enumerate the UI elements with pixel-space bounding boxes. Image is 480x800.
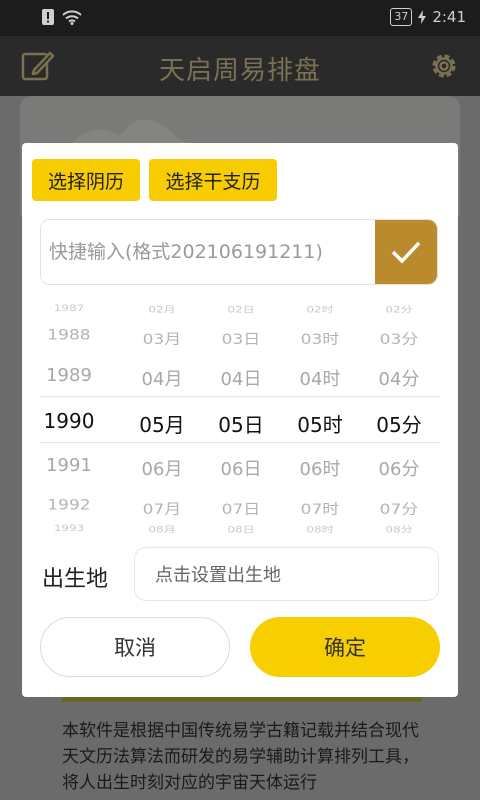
- minute-option: 02分: [385, 304, 413, 315]
- month-option: 06月: [141, 459, 183, 480]
- minute-selected: 05分: [376, 413, 422, 437]
- battery-level: 37: [390, 8, 413, 26]
- hour-option: 08时: [306, 524, 334, 535]
- datetime-picker: 1987 1988 1989 1990 1991 1992 1993 02月 0…: [22, 299, 458, 537]
- year-wheel[interactable]: 1987 1988 1989 1990 1991 1992 1993: [27, 299, 111, 537]
- minute-option: 04分: [378, 369, 420, 390]
- day-option: 07日: [221, 501, 261, 519]
- hour-option: 02时: [306, 304, 334, 315]
- day-option: 03日: [221, 331, 261, 349]
- page-title: 天启周易排盘: [158, 56, 321, 86]
- birthplace-field[interactable]: 点击设置出生地: [134, 547, 439, 601]
- month-selected: 05月: [139, 413, 185, 437]
- hour-wheel[interactable]: 02时 03时 04时 05时 06时 07时 08时: [278, 299, 362, 537]
- select-ganzhi-button[interactable]: 选择干支历: [149, 159, 277, 201]
- hour-option: 03时: [300, 331, 340, 349]
- day-option: 04日: [220, 369, 262, 390]
- minute-option: 08分: [385, 524, 413, 535]
- month-option: 04月: [141, 369, 183, 390]
- app-header: 天启周易排盘: [0, 36, 480, 96]
- minute-wheel[interactable]: 02分 03分 04分 05分 06分 07分 08分: [357, 299, 441, 537]
- hour-option: 06时: [299, 459, 341, 480]
- status-icons-left: [42, 9, 82, 25]
- clock: 2:41: [432, 8, 466, 26]
- month-option: 08月: [148, 524, 176, 535]
- month-option: 07月: [142, 501, 182, 519]
- year-option: 1992: [47, 496, 91, 514]
- intro-text: 本软件是根据中国传统易学古籍记载并结合现代天文历法算法而研发的易学辅助计算排列工…: [62, 721, 419, 793]
- quick-input[interactable]: [41, 220, 377, 284]
- charging-icon: [418, 10, 427, 24]
- month-option: 03月: [142, 331, 182, 349]
- day-option: 08日: [227, 524, 255, 535]
- status-bar: 37 2:41: [0, 0, 480, 36]
- select-lunar-button[interactable]: 选择阴历: [32, 159, 140, 201]
- hour-option: 07时: [300, 501, 340, 519]
- hour-option: 04时: [299, 369, 341, 390]
- status-icons-right: 37 2:41: [390, 8, 466, 26]
- minute-option: 07分: [379, 501, 419, 519]
- hour-selected: 05时: [297, 413, 343, 437]
- year-selected: 1990: [43, 409, 95, 433]
- check-icon: [391, 241, 421, 264]
- day-wheel[interactable]: 02日 03日 04日 05日 06日 07日 08日: [199, 299, 283, 537]
- year-option: 1988: [47, 326, 91, 344]
- gear-icon[interactable]: [426, 48, 462, 84]
- minute-option: 06分: [378, 459, 420, 480]
- day-selected: 05日: [218, 413, 264, 437]
- year-option: 1987: [53, 303, 85, 313]
- minute-option: 03分: [379, 331, 419, 349]
- wifi-icon: [62, 9, 82, 25]
- quick-input-box: [40, 219, 438, 285]
- month-option: 02月: [148, 304, 176, 315]
- confirm-input-button[interactable]: [375, 220, 437, 284]
- year-option: 1989: [46, 365, 92, 386]
- day-option: 02日: [227, 304, 255, 315]
- confirm-button[interactable]: 确定: [250, 617, 440, 677]
- date-picker-dialog: 选择阴历 选择干支历 1987 1988 1989 1990 1991 1992…: [22, 143, 458, 697]
- year-option: 1993: [53, 523, 85, 533]
- cancel-button[interactable]: 取消: [40, 617, 230, 677]
- birthplace-label: 出生地: [42, 567, 109, 592]
- year-option: 1991: [46, 455, 92, 476]
- month-wheel[interactable]: 02月 03月 04月 05月 06月 07月 08月: [120, 299, 204, 537]
- day-option: 06日: [220, 459, 262, 480]
- sim-alert-icon: [42, 9, 54, 25]
